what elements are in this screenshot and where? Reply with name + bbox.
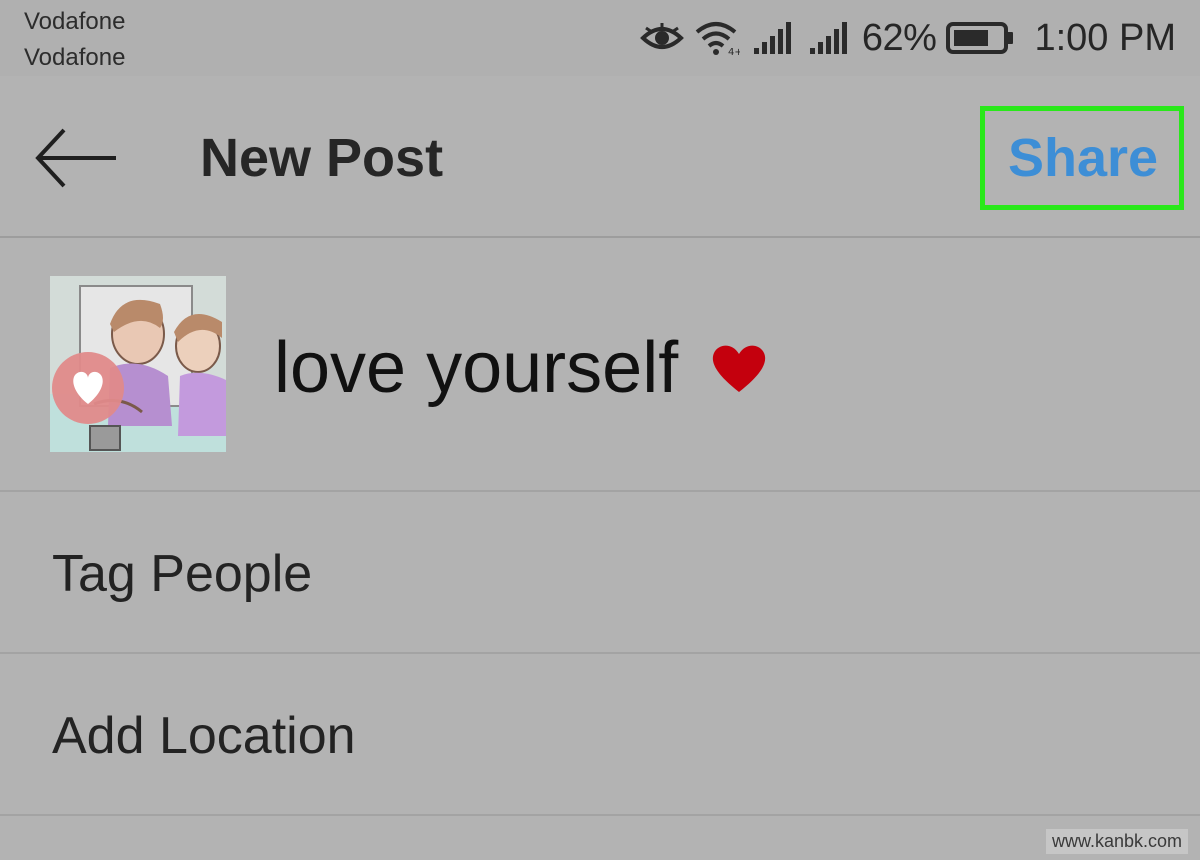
signal-icon-2 bbox=[806, 20, 852, 56]
add-location-row[interactable]: Add Location bbox=[0, 654, 1200, 816]
battery-icon bbox=[946, 21, 1016, 55]
tag-people-row[interactable]: Tag People bbox=[0, 492, 1200, 654]
add-location-label: Add Location bbox=[52, 707, 356, 765]
svg-text:4+: 4+ bbox=[728, 47, 740, 56]
caption-text[interactable]: love yourself bbox=[274, 328, 678, 408]
clock: 1:00 PM bbox=[1034, 16, 1176, 59]
status-bar: Vodafone Vodafone 4+ 62% 1:00 PM bbox=[0, 0, 1200, 76]
carrier-name-1: Vodafone bbox=[24, 8, 126, 35]
tag-people-label: Tag People bbox=[52, 545, 313, 603]
page-title: New Post bbox=[200, 128, 444, 188]
eye-icon bbox=[639, 22, 684, 54]
arrow-left-icon bbox=[35, 128, 116, 188]
heart-badge-icon bbox=[52, 352, 124, 424]
app-header: New Post Share bbox=[0, 78, 1200, 238]
carrier-name-2: Vodafone bbox=[24, 44, 126, 71]
watermark: www.kanbk.com bbox=[1045, 829, 1188, 854]
back-button[interactable] bbox=[34, 126, 120, 190]
status-icons: 4+ 62% 1:00 PM bbox=[639, 14, 1176, 62]
battery-percent: 62% bbox=[861, 16, 937, 59]
wifi-icon: 4+ bbox=[694, 20, 740, 56]
carrier-info: Vodafone Vodafone bbox=[24, 4, 125, 76]
signal-icon bbox=[750, 20, 796, 56]
post-caption-row: love yourself bbox=[0, 238, 1200, 492]
share-button[interactable]: Share bbox=[1008, 126, 1158, 190]
red-heart-icon bbox=[710, 342, 768, 399]
post-thumbnail[interactable] bbox=[50, 276, 226, 452]
